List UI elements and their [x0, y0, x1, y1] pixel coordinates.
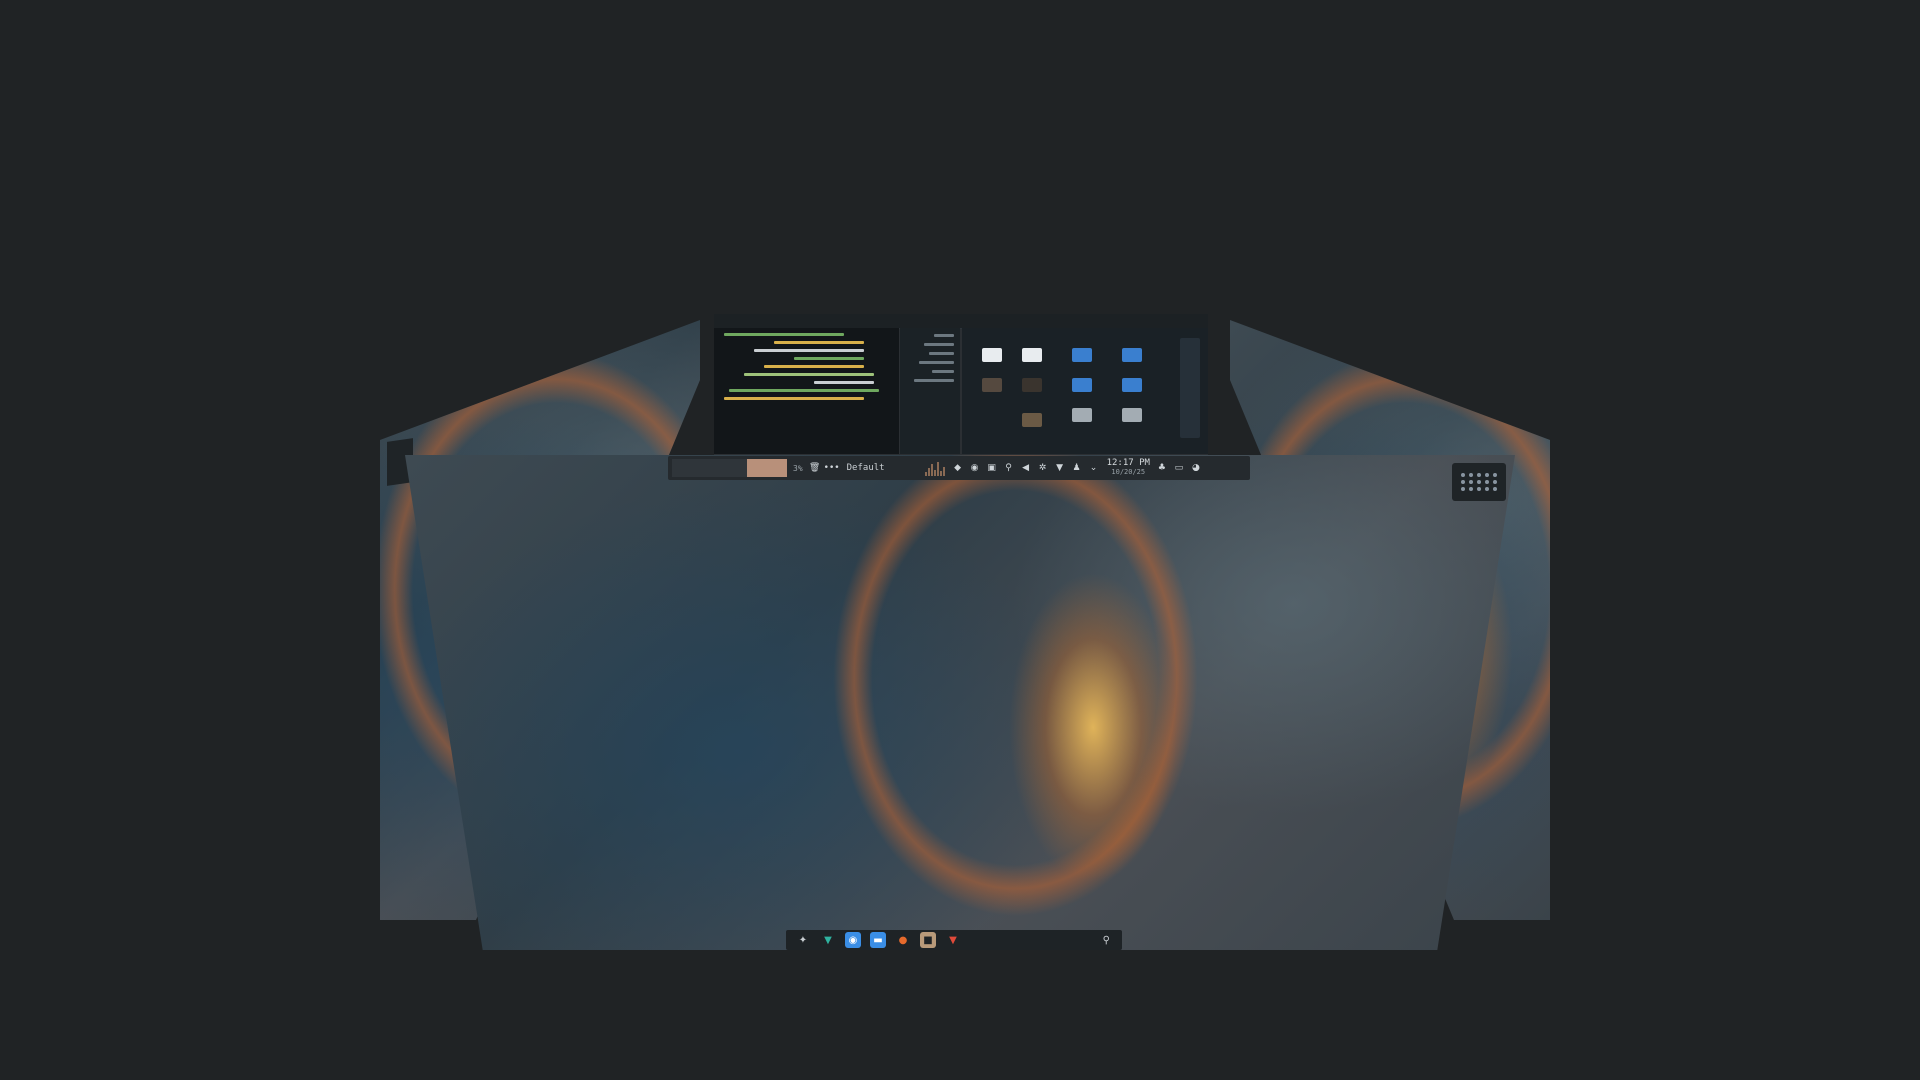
camera-icon[interactable]: ◉ [845, 932, 861, 948]
file-icon[interactable] [1072, 408, 1092, 422]
search-icon[interactable]: ⚲ [1004, 463, 1014, 473]
workspace-switcher[interactable] [672, 459, 787, 477]
file-thumbnail[interactable] [1022, 348, 1042, 362]
file-thumbnail[interactable] [982, 378, 1002, 392]
palette-icon[interactable]: ◕ [1191, 463, 1201, 473]
code-line [729, 389, 879, 392]
tree-item[interactable] [934, 334, 954, 337]
code-line [794, 357, 864, 360]
tree-item[interactable] [919, 361, 954, 364]
active-workspace[interactable] [747, 459, 787, 477]
folder-icon[interactable] [1072, 378, 1092, 392]
project-tree[interactable] [900, 328, 960, 454]
folder-icon[interactable] [1122, 348, 1142, 362]
code-line [724, 397, 864, 400]
volume-icon[interactable]: ◀ [1021, 463, 1031, 473]
bell-icon[interactable]: ◆ [953, 463, 963, 473]
notification-icon[interactable]: ♣ [1157, 463, 1167, 473]
search-icon[interactable]: ⚲ [1103, 935, 1110, 946]
code-line [774, 341, 864, 344]
user-icon[interactable]: ♟ [1072, 463, 1082, 473]
workspace-percent: 3% [793, 463, 803, 473]
workspace-front[interactable] [405, 455, 1515, 950]
files-icon[interactable]: ▬ [870, 932, 886, 948]
file-thumbnail[interactable] [982, 348, 1002, 362]
clipboard-icon[interactable]: ▣ [987, 463, 997, 473]
record-icon[interactable]: ◉ [970, 463, 980, 473]
code-editor-window[interactable] [714, 328, 899, 454]
code-line [754, 349, 864, 352]
clock[interactable]: 12:17 PM 10/20/25 [1107, 459, 1150, 477]
top-panel: 3% 🗑 ••• Default ◆ ◉ ▣ ⚲ ◀ ✲ ▼ ♟ ⌄ 12:17… [668, 456, 1250, 480]
file-thumbnail[interactable] [1022, 413, 1042, 427]
dots-icon[interactable]: ••• [824, 463, 840, 473]
firefox-icon[interactable]: ● [895, 932, 911, 948]
code-line [744, 373, 874, 376]
settings-icon[interactable]: ✲ [1038, 463, 1048, 473]
screen-icon[interactable]: ▭ [1174, 463, 1184, 473]
tree-item[interactable] [914, 379, 954, 382]
workspace-name[interactable]: Default [847, 463, 885, 473]
dock: ✦ ▼ ◉ ▬ ● ■ ▼ ⚲ [786, 930, 1122, 950]
tree-item[interactable] [929, 352, 954, 355]
folder-icon[interactable] [1072, 348, 1092, 362]
file-thumbnail[interactable] [1022, 378, 1042, 392]
window-titlebar[interactable] [714, 314, 1208, 329]
code-line [764, 365, 864, 368]
clock-date: 10/20/25 [1111, 468, 1146, 476]
fm-sidebar[interactable] [1180, 338, 1200, 438]
tree-item[interactable] [932, 370, 954, 373]
folder-icon[interactable] [1122, 378, 1142, 392]
file-manager-window[interactable] [962, 328, 1208, 454]
cpu-graph-icon [924, 460, 946, 476]
app-grid-launcher-icon[interactable] [1452, 463, 1506, 501]
clock-time: 12:17 PM [1106, 458, 1150, 468]
code-line [814, 381, 874, 384]
trash-icon[interactable]: 🗑 [809, 463, 820, 473]
store-icon[interactable]: ▼ [820, 932, 836, 948]
chevron-down-icon[interactable]: ⌄ [1089, 463, 1099, 473]
tree-item[interactable] [924, 343, 954, 346]
launcher-icon[interactable]: ✦ [795, 932, 811, 948]
file-icon[interactable] [1122, 408, 1142, 422]
terminal-icon[interactable]: ■ [920, 932, 936, 948]
wifi-icon[interactable]: ▼ [1055, 463, 1065, 473]
code-line [724, 333, 844, 336]
brave-icon[interactable]: ▼ [945, 932, 961, 948]
